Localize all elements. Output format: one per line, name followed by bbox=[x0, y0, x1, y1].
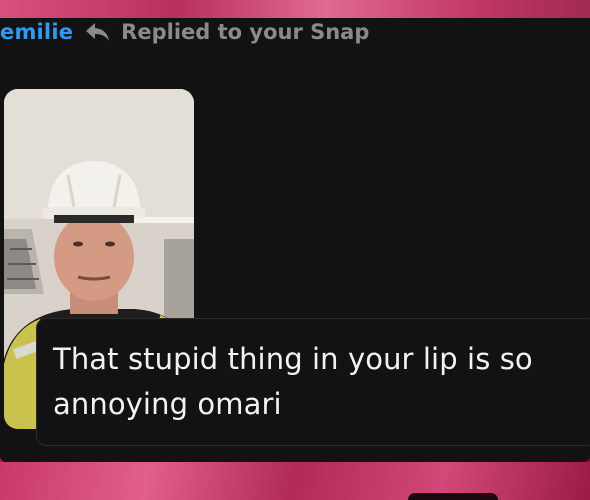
message-text: That stupid thing in your lip is so anno… bbox=[53, 342, 533, 421]
background-top bbox=[0, 0, 590, 18]
reply-header: emilie Replied to your Snap bbox=[0, 18, 369, 46]
message-bubble[interactable]: That stupid thing in your lip is so anno… bbox=[36, 318, 590, 446]
background-bottom bbox=[0, 462, 590, 500]
background-shape bbox=[408, 493, 498, 500]
replied-label: Replied to your Snap bbox=[121, 20, 370, 44]
reply-arrow-icon bbox=[85, 21, 111, 43]
sender-name[interactable]: emilie bbox=[0, 20, 73, 44]
